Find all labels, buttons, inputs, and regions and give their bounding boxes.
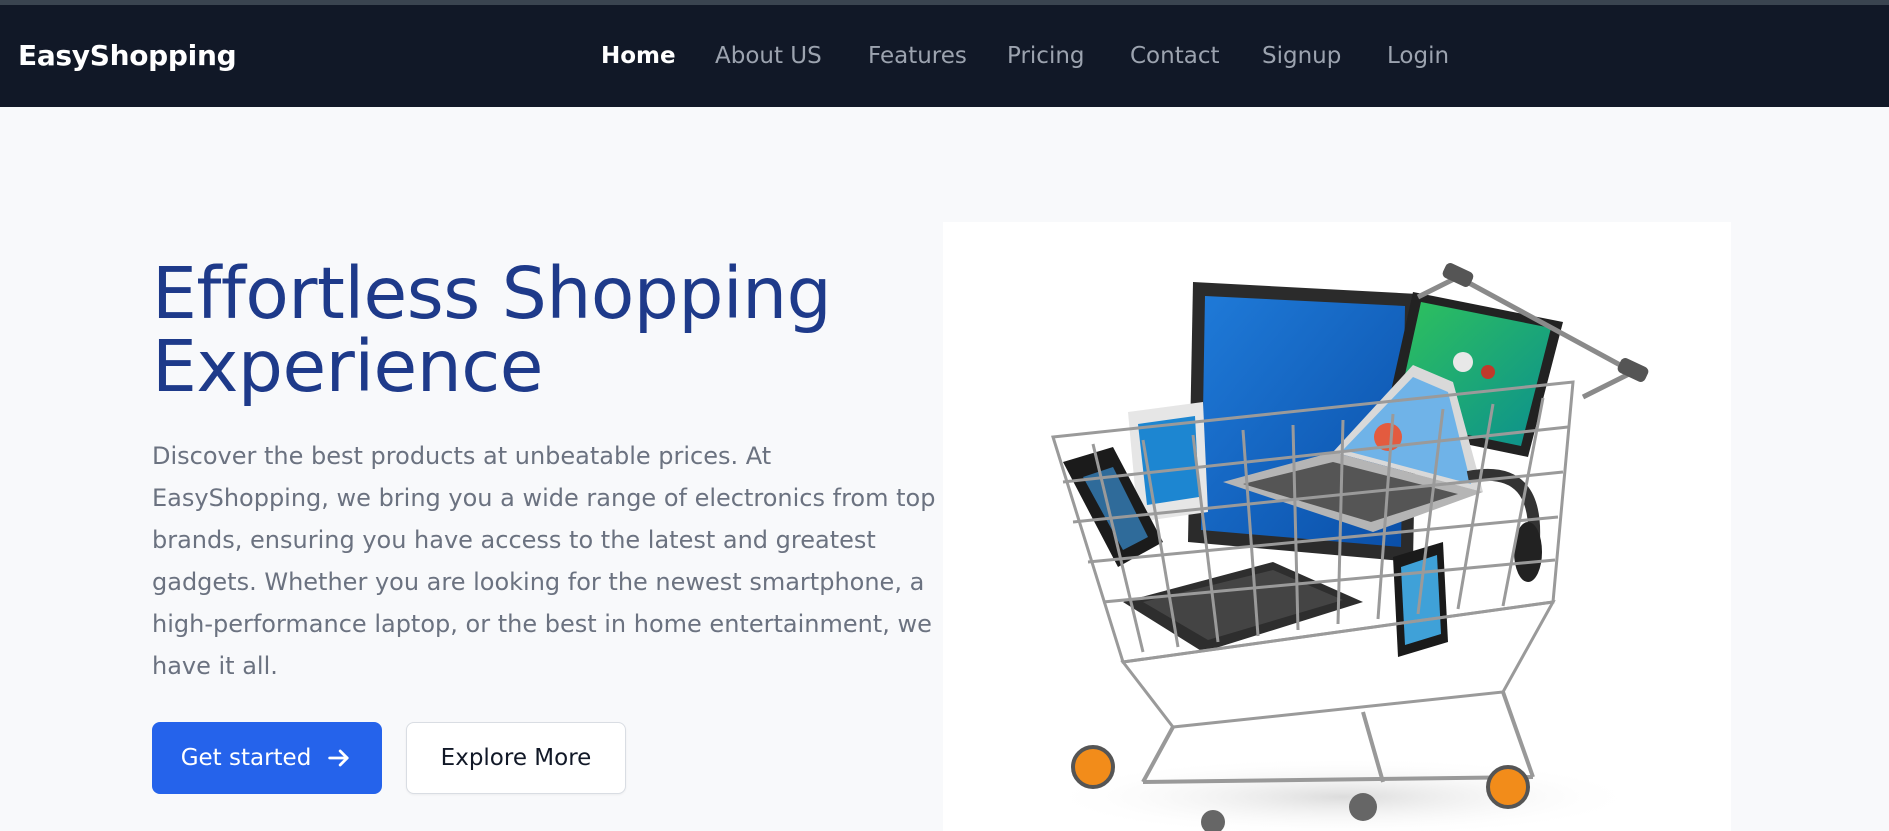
nav-about-us[interactable]: About US (715, 5, 822, 107)
hero-title: Effortless Shopping Experience (152, 257, 952, 403)
hero-title-line1: Effortless Shopping (152, 252, 832, 335)
nav-login[interactable]: Login (1387, 5, 1449, 107)
get-started-button[interactable]: Get started (152, 722, 382, 794)
shopping-cart-illustration (1043, 263, 1649, 831)
explore-more-button[interactable]: Explore More (406, 722, 626, 794)
nav-pricing[interactable]: Pricing (1007, 5, 1085, 107)
arrow-right-icon (328, 749, 349, 767)
get-started-label: Get started (180, 745, 312, 771)
hero-image-shopping-cart (943, 222, 1731, 831)
hero-description: Discover the best products at unbeatable… (152, 442, 936, 680)
nav-signup[interactable]: Signup (1262, 5, 1341, 107)
hero-title-line2: Experience (152, 325, 543, 408)
navbar: EasyShopping Home About US Features Pric… (0, 5, 1889, 107)
nav-home[interactable]: Home (601, 5, 676, 107)
main-nav: Home About US Features Pricing Contact S… (0, 5, 1889, 107)
nav-features[interactable]: Features (868, 5, 967, 107)
nav-contact[interactable]: Contact (1130, 5, 1219, 107)
